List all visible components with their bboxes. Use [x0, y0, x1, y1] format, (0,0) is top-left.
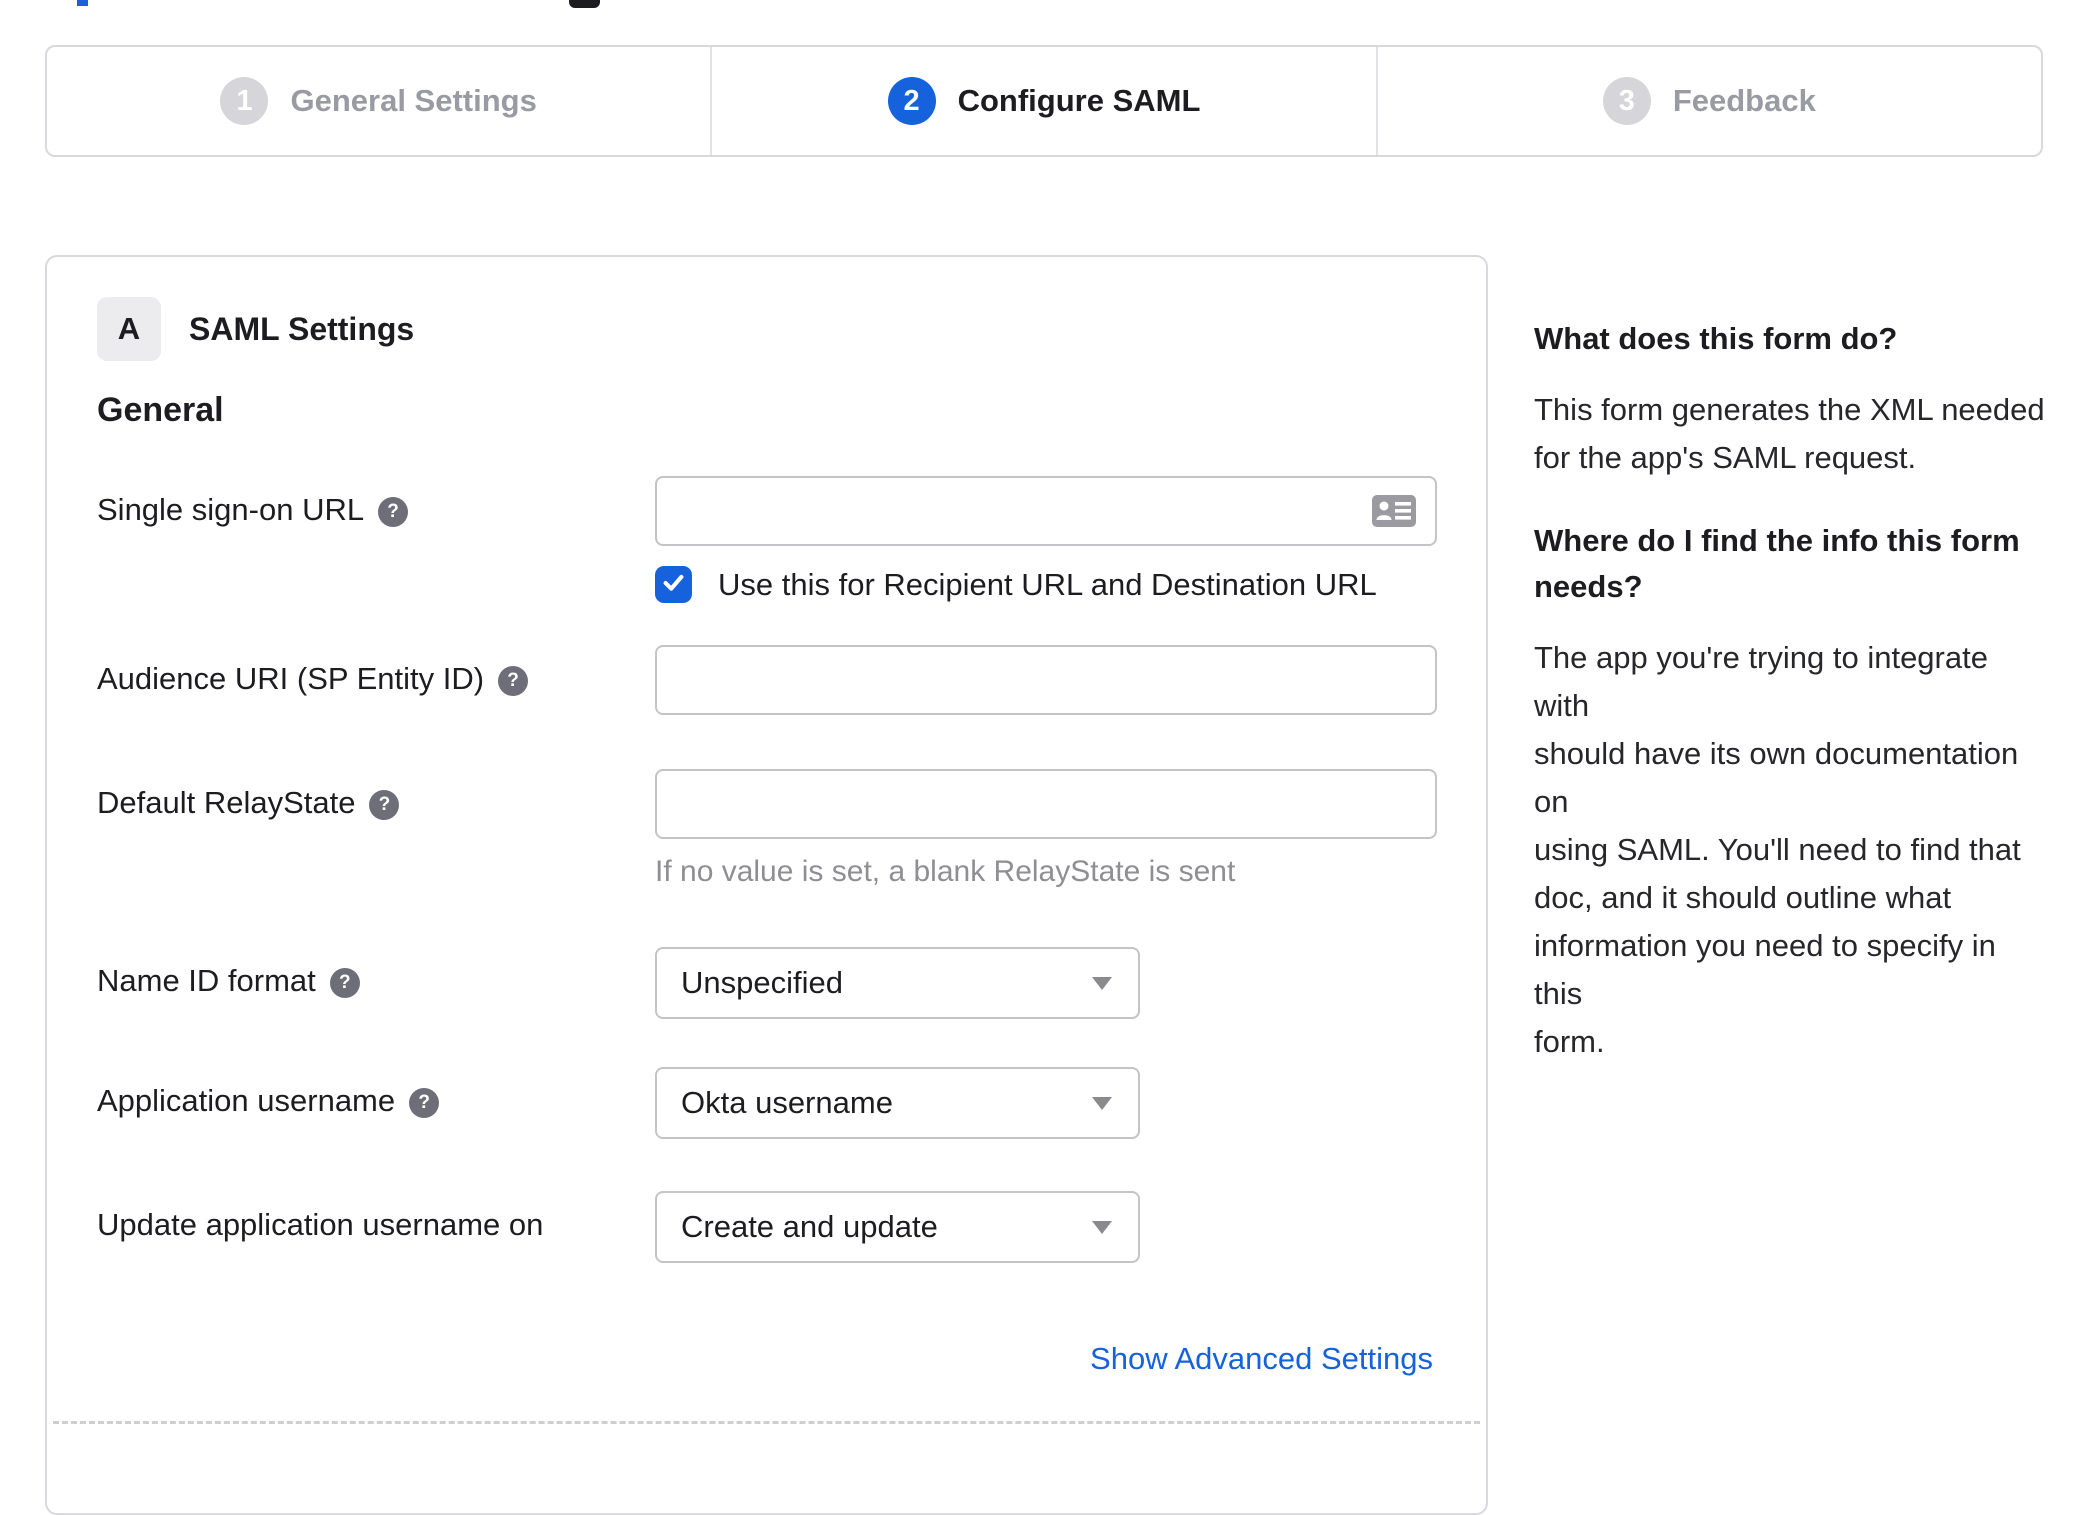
sso-checkbox-row: Use this for Recipient URL and Destinati… [655, 566, 1437, 603]
step-2-circle: 2 [887, 77, 936, 125]
relay-help-icon[interactable]: ? [369, 790, 400, 820]
cropped-logo-fragment [77, 0, 88, 6]
step-2-label: Configure SAML [957, 83, 1201, 118]
upduser-label-col: Update application username on [97, 1191, 655, 1263]
panel-title: SAML Settings [189, 310, 415, 347]
relaystate-hint: If no value is set, a blank RelayState i… [655, 855, 1236, 888]
sidebar-para-what: This form generates the XML needed for t… [1534, 392, 2045, 475]
saml-settings-panel: A SAML Settings General Single sign-on U… [45, 255, 1488, 1515]
audience-input-wrap [655, 645, 1437, 715]
chevron-down-icon [1092, 1221, 1112, 1234]
field-row-audience: Audience URI (SP Entity ID)? [97, 645, 1437, 715]
appuser-label: Application username [97, 1083, 396, 1118]
field-row-relaystate: Default RelayState? If no value is set, … [97, 769, 1437, 889]
show-advanced-settings-link[interactable]: Show Advanced Settings [1090, 1341, 1433, 1376]
section-divider [53, 1421, 1480, 1424]
application-username-value: Okta username [681, 1085, 893, 1120]
section-badge-a: A [97, 297, 161, 361]
audience-label-col: Audience URI (SP Entity ID)? [97, 645, 655, 715]
field-row-nameid: Name ID format? Unspecified [97, 947, 1433, 1019]
sso-url-input[interactable] [655, 476, 1437, 546]
cropped-header-fragment [569, 0, 600, 8]
sso-control-col: Use this for Recipient URL and Destinati… [655, 476, 1437, 603]
relay-input-wrap [655, 769, 1437, 839]
nameid-label-col: Name ID format? [97, 947, 655, 1019]
step-1-label: General Settings [290, 83, 537, 118]
advanced-settings-row: Show Advanced Settings [97, 1341, 1433, 1377]
field-row-update-username: Update application username on Create an… [97, 1191, 1433, 1263]
appuser-label-col: Application username? [97, 1067, 655, 1139]
help-sidebar: What does this form do? This form genera… [1534, 316, 2050, 1066]
appuser-control-col: Okta username [655, 1067, 1437, 1139]
appuser-help-icon[interactable]: ? [409, 1088, 440, 1118]
field-row-app-username: Application username? Okta username [97, 1067, 1433, 1139]
audience-uri-input[interactable] [655, 645, 1437, 715]
sso-label: Single sign-on URL [97, 492, 365, 527]
sidebar-para-where: The app you're trying to integrate with … [1534, 640, 2021, 1059]
name-id-format-value: Unspecified [681, 965, 843, 1000]
chevron-down-icon [1092, 1097, 1112, 1110]
nameid-label: Name ID format [97, 963, 316, 998]
section-header: A SAML Settings [97, 297, 1433, 361]
sso-label-col: Single sign-on URL? [97, 476, 655, 603]
relaystate-input[interactable] [655, 769, 1437, 839]
group-title-general: General [97, 391, 224, 429]
sidebar-heading-where: Where do I find the info this form needs… [1534, 523, 2020, 604]
nameid-control-col: Unspecified [655, 947, 1437, 1019]
wizard-stepper: 1 General Settings 2 Configure SAML 3 Fe… [45, 45, 2043, 157]
application-username-select[interactable]: Okta username [655, 1067, 1140, 1139]
audience-help-icon[interactable]: ? [498, 666, 529, 696]
relay-label: Default RelayState [97, 785, 356, 820]
field-row-sso: Single sign-on URL? Use this for Recipie… [97, 476, 1437, 603]
sidebar-heading-what: What does this form do? [1534, 321, 1898, 356]
upduser-label: Update application username on [97, 1207, 544, 1242]
step-3-label: Feedback [1672, 83, 1816, 118]
name-id-format-select[interactable]: Unspecified [655, 947, 1140, 1019]
relay-label-col: Default RelayState? [97, 769, 655, 889]
sso-input-wrap [655, 476, 1437, 546]
step-feedback[interactable]: 3 Feedback [1378, 47, 2041, 155]
chevron-down-icon [1092, 977, 1112, 990]
checkmark-icon [660, 569, 687, 601]
relay-control-col: If no value is set, a blank RelayState i… [655, 769, 1437, 889]
recipient-url-checkbox[interactable] [655, 566, 692, 603]
step-1-circle: 1 [220, 77, 269, 125]
update-username-select[interactable]: Create and update [655, 1191, 1140, 1263]
sso-help-icon[interactable]: ? [378, 497, 409, 527]
step-configure-saml[interactable]: 2 Configure SAML [712, 47, 1378, 155]
nameid-help-icon[interactable]: ? [329, 968, 360, 998]
contact-card-icon [1371, 494, 1417, 533]
step-general-settings[interactable]: 1 General Settings [47, 47, 713, 155]
recipient-url-checkbox-label[interactable]: Use this for Recipient URL and Destinati… [718, 567, 1377, 603]
step-3-circle: 3 [1602, 77, 1651, 125]
audience-control-col [655, 645, 1437, 715]
update-username-value: Create and update [681, 1209, 938, 1244]
audience-label: Audience URI (SP Entity ID) [97, 661, 485, 696]
upduser-control-col: Create and update [655, 1191, 1437, 1263]
